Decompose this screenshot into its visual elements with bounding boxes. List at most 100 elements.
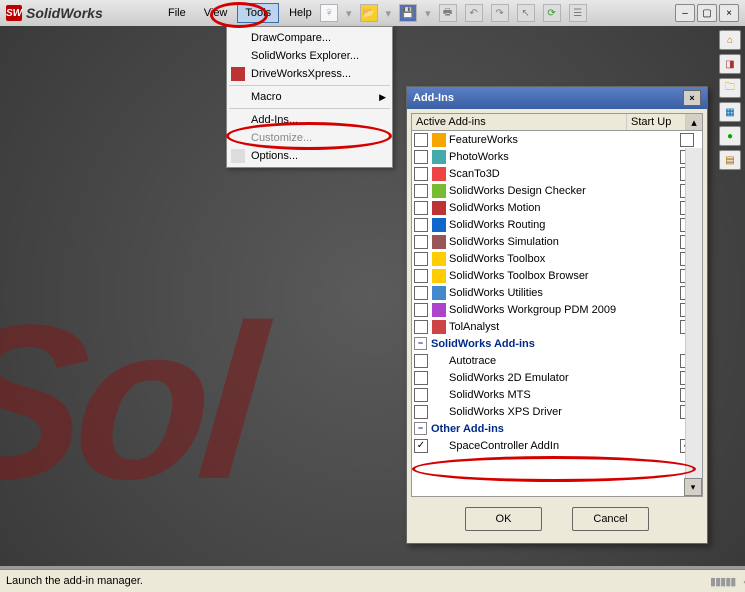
rebuild-icon[interactable]: ⟳ <box>543 4 561 22</box>
addin-row[interactable]: SolidWorks Simulation <box>412 233 702 250</box>
addin-row[interactable]: SolidWorks Routing <box>412 216 702 233</box>
file-explorer-icon[interactable]: 🗀 <box>719 78 741 98</box>
addin-label: PhotoWorks <box>449 151 676 163</box>
menu-label: Options... <box>251 150 298 162</box>
tools-dropdown: DrawCompare... SolidWorks Explorer... Dr… <box>226 26 393 168</box>
active-checkbox[interactable] <box>414 235 428 249</box>
scrollbar-track[interactable] <box>685 148 702 479</box>
menu-driveworks[interactable]: DriveWorksXpress... <box>227 65 392 83</box>
submenu-arrow-icon: ▶ <box>379 92 386 103</box>
addin-row-spacecontroller[interactable]: SpaceController AddIn <box>412 437 702 454</box>
collapse-icon[interactable]: − <box>414 422 427 435</box>
resources-icon[interactable]: ◨ <box>719 54 741 74</box>
select-icon[interactable]: ↖ <box>517 4 535 22</box>
addin-icon <box>432 252 446 266</box>
undo-icon[interactable]: ↶ <box>465 4 483 22</box>
scroll-down-button[interactable]: ▾ <box>684 478 702 496</box>
options-icon <box>231 149 245 163</box>
menu-file[interactable]: File <box>160 3 194 23</box>
addin-row[interactable]: TolAnalyst <box>412 318 702 335</box>
side-taskpane: ⌂ ◨ 🗀 ▦ ● ▤ <box>717 26 743 174</box>
addin-icon <box>432 439 446 453</box>
startup-checkbox[interactable] <box>680 133 694 147</box>
addin-label: SolidWorks Routing <box>449 219 676 231</box>
app-title: SolidWorks <box>26 5 103 21</box>
active-checkbox[interactable] <box>414 405 428 419</box>
save-icon[interactable]: 💾 <box>399 4 417 22</box>
addin-row[interactable]: SolidWorks Motion <box>412 199 702 216</box>
active-checkbox[interactable] <box>414 388 428 402</box>
dwx-icon <box>231 67 245 81</box>
dialog-close-button[interactable]: × <box>683 90 701 106</box>
appearances-icon[interactable]: ● <box>719 126 741 146</box>
redo-icon[interactable]: ↷ <box>491 4 509 22</box>
addin-icon <box>432 218 446 232</box>
addins-list: FeatureWorks PhotoWorks ScanTo3D SolidWorks… <box>411 131 703 497</box>
addin-row[interactable]: SolidWorks Utilities <box>412 284 702 301</box>
addin-row[interactable]: SolidWorks MTS <box>412 386 702 403</box>
active-checkbox[interactable] <box>414 286 428 300</box>
addin-row[interactable]: PhotoWorks <box>412 148 702 165</box>
scroll-up-button[interactable]: ▴ <box>686 114 702 130</box>
menu-macro[interactable]: Macro ▶ <box>227 88 392 106</box>
section-sw-addins[interactable]: − SolidWorks Add-ins <box>412 335 702 352</box>
window-controls: – ▢ × <box>675 4 739 22</box>
ok-button[interactable]: OK <box>465 507 542 531</box>
active-checkbox[interactable] <box>414 354 428 368</box>
addin-label: SolidWorks Design Checker <box>449 185 676 197</box>
minimize-button[interactable]: – <box>675 4 695 22</box>
maximize-button[interactable]: ▢ <box>697 4 717 22</box>
addins-list-header: Active Add-ins Start Up ▴ <box>411 113 703 131</box>
menu-drawcompare[interactable]: DrawCompare... <box>227 29 392 47</box>
cancel-button[interactable]: Cancel <box>572 507 649 531</box>
close-button[interactable]: × <box>719 4 739 22</box>
menu-sw-explorer[interactable]: SolidWorks Explorer... <box>227 47 392 65</box>
section-other-addins[interactable]: − Other Add-ins <box>412 420 702 437</box>
active-checkbox[interactable] <box>414 320 428 334</box>
active-checkbox[interactable] <box>414 269 428 283</box>
menu-help[interactable]: Help <box>281 3 320 23</box>
col-active[interactable]: Active Add-ins <box>412 114 627 130</box>
app-logo: SW SolidWorks <box>6 5 103 21</box>
addin-label: SolidWorks Motion <box>449 202 676 214</box>
active-checkbox[interactable] <box>414 167 428 181</box>
active-checkbox[interactable] <box>414 303 428 317</box>
addin-row[interactable]: ScanTo3D <box>412 165 702 182</box>
separator <box>229 85 390 86</box>
dialog-titlebar[interactable]: Add-Ins × <box>407 87 707 109</box>
col-startup[interactable]: Start Up <box>627 114 686 130</box>
active-checkbox[interactable] <box>414 218 428 232</box>
addin-label: SolidWorks MTS <box>449 389 676 401</box>
addin-row[interactable]: SolidWorks Workgroup PDM 2009 <box>412 301 702 318</box>
addin-icon <box>432 167 446 181</box>
print-icon[interactable]: 🖶 <box>439 4 457 22</box>
custom-props-icon[interactable]: ▤ <box>719 150 741 170</box>
active-checkbox[interactable] <box>414 371 428 385</box>
addin-row[interactable]: SolidWorks 2D Emulator <box>412 369 702 386</box>
menu-label: Macro <box>251 91 282 103</box>
addin-row[interactable]: FeatureWorks <box>412 131 702 148</box>
active-checkbox[interactable] <box>414 201 428 215</box>
menu-addins[interactable]: Add-Ins... <box>227 111 392 129</box>
active-checkbox[interactable] <box>414 150 428 164</box>
menu-options[interactable]: Options... <box>227 147 392 165</box>
addin-label: SolidWorks Workgroup PDM 2009 <box>449 304 676 316</box>
view-palette-icon[interactable]: ▦ <box>719 102 741 122</box>
options-icon[interactable]: ☰ <box>569 4 587 22</box>
home-icon[interactable]: ⌂ <box>719 30 741 50</box>
grip-icon: ▮▮▮▮▮ ◆ <box>710 575 745 588</box>
new-doc-icon[interactable]: ▫ <box>320 4 338 22</box>
active-checkbox[interactable] <box>414 439 428 453</box>
addin-row[interactable]: SolidWorks Toolbox <box>412 250 702 267</box>
active-checkbox[interactable] <box>414 133 428 147</box>
addin-row[interactable]: SolidWorks XPS Driver <box>412 403 702 420</box>
active-checkbox[interactable] <box>414 252 428 266</box>
open-icon[interactable]: 📂 <box>360 4 378 22</box>
menu-tools[interactable]: Tools <box>237 3 279 23</box>
addin-row[interactable]: SolidWorks Design Checker <box>412 182 702 199</box>
menu-view[interactable]: View <box>196 3 236 23</box>
active-checkbox[interactable] <box>414 184 428 198</box>
addin-row[interactable]: Autotrace <box>412 352 702 369</box>
addin-row[interactable]: SolidWorks Toolbox Browser <box>412 267 702 284</box>
collapse-icon[interactable]: − <box>414 337 427 350</box>
